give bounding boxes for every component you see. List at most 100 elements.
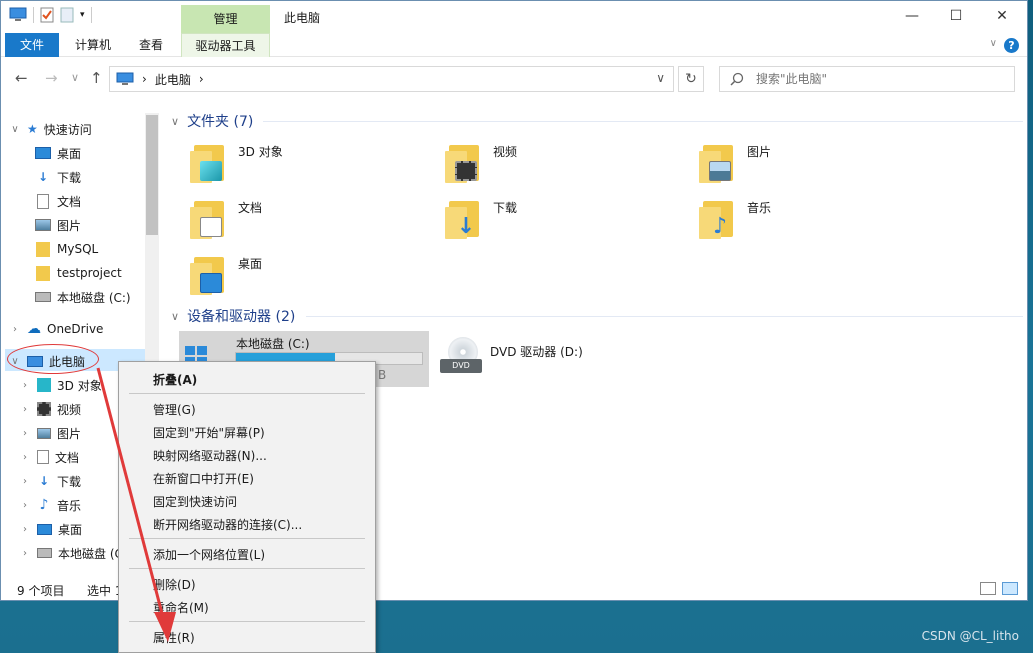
folder-desktop[interactable]: 桌面 — [190, 255, 262, 297]
manage-context-group: 管理 — [181, 5, 270, 33]
chevron-right-icon[interactable]: › — [19, 404, 31, 415]
nav-item-downloads[interactable]: ↓ 下载 📌 — [35, 166, 81, 188]
menu-item-pin-start[interactable]: 固定到"开始"屏幕(P) — [153, 424, 265, 441]
nav-pc-3d-objects[interactable]: › 3D 对象 — [19, 374, 102, 396]
nav-label: testproject — [57, 266, 122, 280]
menu-item-pin-quick-access[interactable]: 固定到快速访问 — [153, 493, 237, 510]
menu-item-manage[interactable]: 管理(G) — [153, 401, 196, 418]
folder-downloads[interactable]: ↓ 下载 — [445, 199, 517, 241]
folder-music[interactable]: ♪ 音乐 — [699, 199, 771, 241]
folder-3d-objects[interactable]: 3D 对象 — [190, 143, 283, 185]
tab-file[interactable]: 文件 — [5, 33, 59, 57]
search-box[interactable] — [719, 66, 1015, 92]
folder-videos[interactable]: 视频 — [445, 143, 517, 185]
menu-separator — [129, 621, 365, 622]
music-icon: ♪ — [39, 497, 49, 513]
nav-quick-access[interactable]: ∨ ★ 快速访问 — [9, 118, 92, 140]
nav-label: 音乐 — [57, 498, 82, 513]
path-separator[interactable]: › — [142, 72, 147, 86]
chevron-right-icon[interactable]: › — [19, 380, 31, 391]
tab-drive-tools[interactable]: 驱动器工具 — [181, 33, 270, 57]
nav-onedrive[interactable]: › ☁ OneDrive — [9, 318, 103, 340]
ribbon-expand-icon[interactable]: ∨ — [990, 38, 997, 49]
watermark-text: CSDN @CL_litho — [921, 629, 1019, 643]
nav-item-desktop[interactable]: 桌面 📌 — [35, 142, 81, 164]
address-dropdown-icon[interactable]: ∨ — [656, 71, 665, 85]
chevron-down-icon[interactable]: ∨ — [171, 310, 179, 323]
refresh-button[interactable]: ↻ — [678, 66, 704, 92]
folder-music-icon: ♪ — [699, 199, 737, 241]
maximize-button[interactable]: ☐ — [933, 1, 979, 31]
picture-icon — [37, 427, 51, 439]
nav-pc-local-disk[interactable]: › 本地磁盘 (C — [19, 542, 123, 564]
chevron-right-icon[interactable]: › — [19, 548, 31, 559]
drive-dvd-tile[interactable]: DVD DVD 驱动器 (D:) — [440, 337, 583, 377]
details-view-icon[interactable] — [980, 582, 996, 595]
chevron-right-icon[interactable]: › — [19, 476, 31, 487]
customize-toolbar-icon[interactable]: ▾ — [80, 10, 85, 20]
nav-pc-documents[interactable]: › 文档 — [19, 446, 79, 468]
menu-item-rename[interactable]: 重命名(M) — [153, 599, 209, 616]
menu-item-open-new-window[interactable]: 在新窗口中打开(E) — [153, 470, 254, 487]
properties-icon[interactable] — [40, 7, 54, 23]
chevron-right-icon[interactable]: › — [19, 524, 31, 535]
menu-item-delete[interactable]: 删除(D) — [153, 576, 196, 593]
nav-pc-videos[interactable]: › 视频 — [19, 398, 81, 420]
nav-label: OneDrive — [47, 322, 104, 336]
quick-access-toolbar: ▾ — [9, 7, 92, 23]
folder-3d-icon — [190, 143, 228, 185]
toolbar-separator — [33, 7, 34, 23]
search-input[interactable] — [754, 71, 994, 87]
folders-group-header[interactable]: ∨ 文件夹 (7) — [171, 111, 253, 131]
drive-label: 本地磁盘 (C:) — [236, 337, 310, 351]
nav-item-pictures[interactable]: 图片 📌 — [35, 214, 81, 236]
nav-item-local-disk[interactable]: 本地磁盘 (C:) — [35, 286, 131, 308]
nav-item-mysql[interactable]: MySQL 📌 — [35, 238, 98, 260]
folder-desktop-icon — [190, 255, 228, 297]
large-icons-view-icon[interactable] — [1002, 582, 1018, 595]
chevron-right-icon[interactable]: › — [19, 452, 31, 463]
devices-group-header[interactable]: ∨ 设备和驱动器 (2) — [171, 306, 295, 326]
breadcrumb-this-pc[interactable]: 此电脑 — [155, 71, 191, 88]
path-separator[interactable]: › — [199, 72, 204, 86]
folder-icon — [36, 265, 50, 281]
forward-arrow-icon[interactable]: → — [45, 69, 58, 87]
nav-pc-music[interactable]: › ♪ 音乐 — [19, 494, 81, 516]
menu-item-properties[interactable]: 属性(R) — [153, 629, 195, 646]
menu-item-map-drive[interactable]: 映射网络驱动器(N)... — [153, 447, 267, 464]
menu-item-disconnect-drive[interactable]: 断开网络驱动器的连接(C)... — [153, 516, 302, 533]
close-button[interactable]: ✕ — [979, 1, 1025, 31]
nav-item-documents[interactable]: 文档 📌 — [35, 190, 81, 212]
help-button[interactable]: ? — [1004, 38, 1019, 53]
new-folder-icon[interactable] — [60, 7, 74, 23]
nav-pc-pictures[interactable]: › 图片 — [19, 422, 81, 444]
scrollbar-thumb[interactable] — [146, 115, 158, 235]
title-bar: ▾ 管理 此电脑 — ☐ ✕ — [1, 1, 1027, 33]
menu-item-add-network-location[interactable]: 添加一个网络位置(L) — [153, 546, 265, 563]
chevron-right-icon[interactable]: › — [19, 500, 31, 511]
chevron-right-icon[interactable]: › — [9, 324, 21, 335]
download-icon: ↓ — [37, 170, 49, 184]
chevron-right-icon[interactable]: › — [19, 428, 31, 439]
address-bar[interactable]: › 此电脑 › ∨ — [109, 66, 674, 92]
computer-icon[interactable] — [9, 7, 27, 23]
nav-label: 文档 — [55, 450, 80, 465]
nav-label: 快速访问 — [43, 122, 92, 137]
menu-item-collapse[interactable]: 折叠(A) — [153, 371, 197, 388]
nav-pc-downloads[interactable]: › ↓ 下载 — [19, 470, 81, 492]
item-count: 9 个项目 — [17, 584, 65, 598]
nav-pc-desktop[interactable]: › 桌面 — [19, 518, 82, 540]
chevron-down-icon[interactable]: ∨ — [171, 115, 179, 128]
recent-chevron-icon[interactable]: ∨ — [71, 71, 79, 84]
back-arrow-icon[interactable]: ← — [15, 69, 28, 87]
folder-pictures[interactable]: 图片 — [699, 143, 771, 185]
drive-icon — [35, 292, 51, 302]
tab-computer[interactable]: 计算机 — [65, 33, 121, 57]
window-title: 此电脑 — [284, 11, 321, 25]
tab-view[interactable]: 查看 — [129, 33, 173, 57]
folder-documents[interactable]: 文档 — [190, 199, 262, 241]
nav-item-testproject[interactable]: testproject — [35, 262, 122, 284]
minimize-button[interactable]: — — [889, 1, 935, 31]
chevron-down-icon[interactable]: ∨ — [9, 124, 21, 135]
up-arrow-icon[interactable]: ↑ — [90, 69, 103, 87]
